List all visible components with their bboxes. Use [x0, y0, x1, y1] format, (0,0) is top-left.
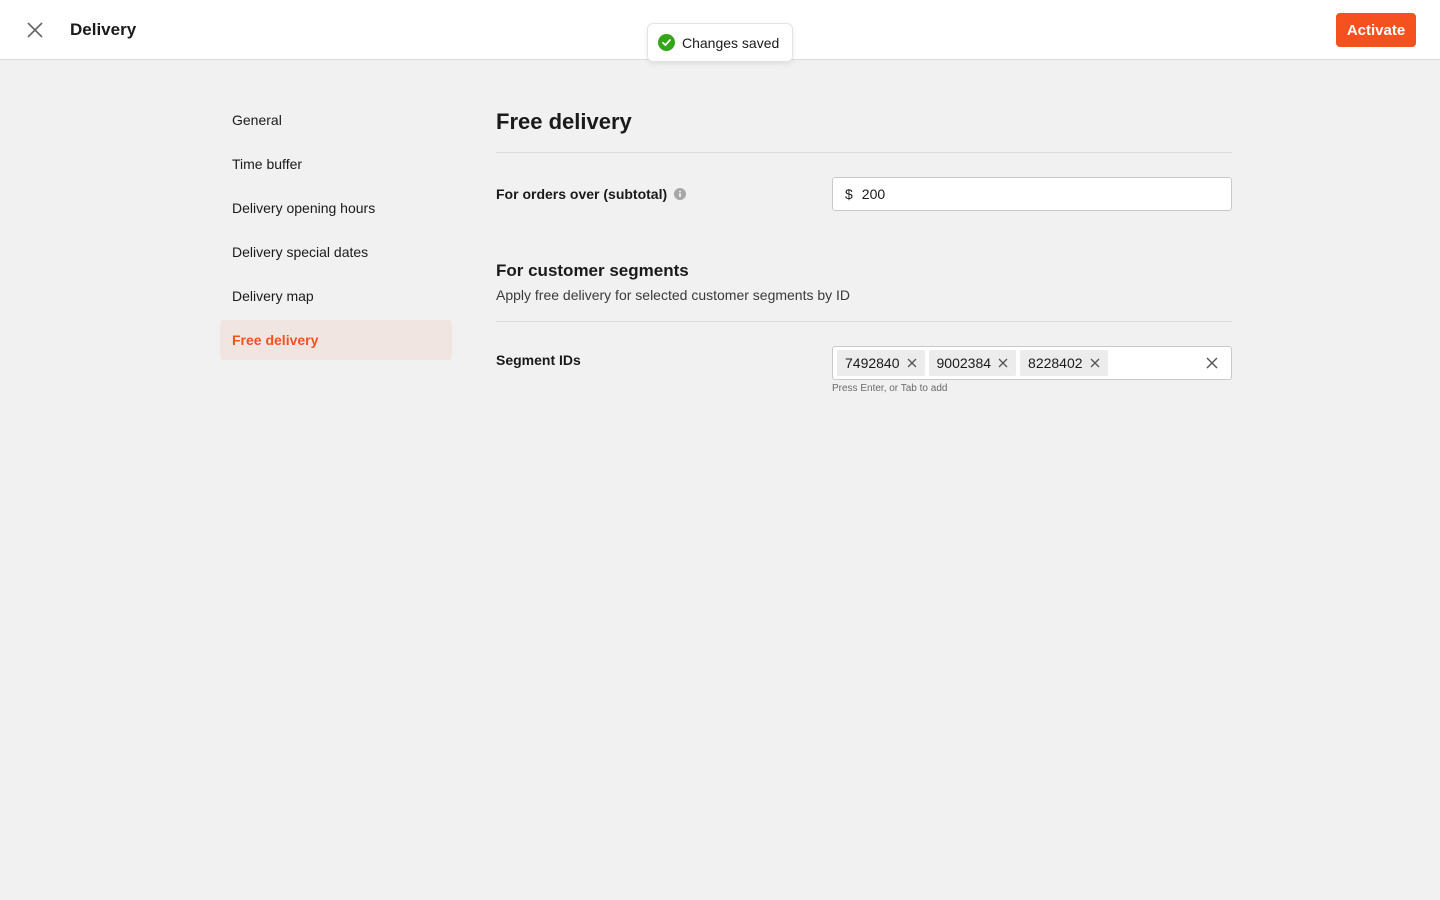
segment-ids-row: Segment IDs 7492840 9002384 8228402 Pres…: [496, 322, 1232, 412]
info-icon[interactable]: [674, 188, 687, 200]
segments-header: For customer segments Apply free deliver…: [496, 249, 1232, 303]
segment-ids-hint: Press Enter, or Tab to add: [832, 383, 948, 394]
segments-description: Apply free delivery for selected custome…: [496, 287, 851, 303]
segment-ids-label: Segment IDs: [496, 352, 581, 368]
segment-ids-input[interactable]: 7492840 9002384 8228402: [832, 346, 1232, 380]
sidebar-item-free-delivery[interactable]: Free delivery: [220, 320, 452, 360]
page-title: Delivery: [70, 20, 137, 39]
clear-all-icon[interactable]: [1205, 356, 1219, 370]
segment-tag-label: 9002384: [936, 355, 992, 371]
segment-tag: 7492840: [837, 350, 925, 376]
sidebar-item-delivery-opening-hours[interactable]: Delivery opening hours: [220, 188, 452, 228]
orders-over-row: For orders over (subtotal) $ 200: [496, 153, 1232, 249]
orders-over-input[interactable]: $ 200: [832, 177, 1232, 211]
main-content: Free delivery For orders over (subtotal)…: [496, 100, 1232, 412]
currency-prefix: $: [845, 186, 853, 202]
sidebar-item-delivery-map[interactable]: Delivery map: [220, 276, 452, 316]
segment-tag-label: 7492840: [845, 355, 900, 371]
section-title: Free delivery: [496, 109, 632, 134]
close-button[interactable]: [22, 17, 48, 43]
segment-tag: 9002384: [928, 350, 1017, 376]
remove-tag-icon[interactable]: [1090, 358, 1100, 368]
segments-title: For customer segments: [496, 261, 689, 280]
remove-tag-icon[interactable]: [998, 358, 1008, 368]
activate-button[interactable]: Activate: [1336, 13, 1416, 47]
check-circle-icon: [658, 34, 675, 51]
orders-over-label-text: For orders over (subtotal): [496, 186, 668, 202]
segment-tag-label: 8228402: [1028, 355, 1083, 371]
orders-over-value: 200: [861, 186, 886, 202]
close-icon: [27, 22, 43, 38]
toast-text: Changes saved: [682, 34, 780, 51]
sidebar-item-time-buffer[interactable]: Time buffer: [220, 144, 452, 184]
settings-sidebar: General Time buffer Delivery opening hou…: [220, 100, 452, 364]
sidebar-item-general[interactable]: General: [220, 100, 452, 140]
orders-over-label: For orders over (subtotal): [496, 186, 687, 202]
segment-tag: 8228402: [1020, 350, 1108, 376]
sidebar-item-delivery-special-dates[interactable]: Delivery special dates: [220, 232, 452, 272]
toast-notification: Changes saved: [647, 23, 793, 62]
remove-tag-icon[interactable]: [907, 358, 917, 368]
